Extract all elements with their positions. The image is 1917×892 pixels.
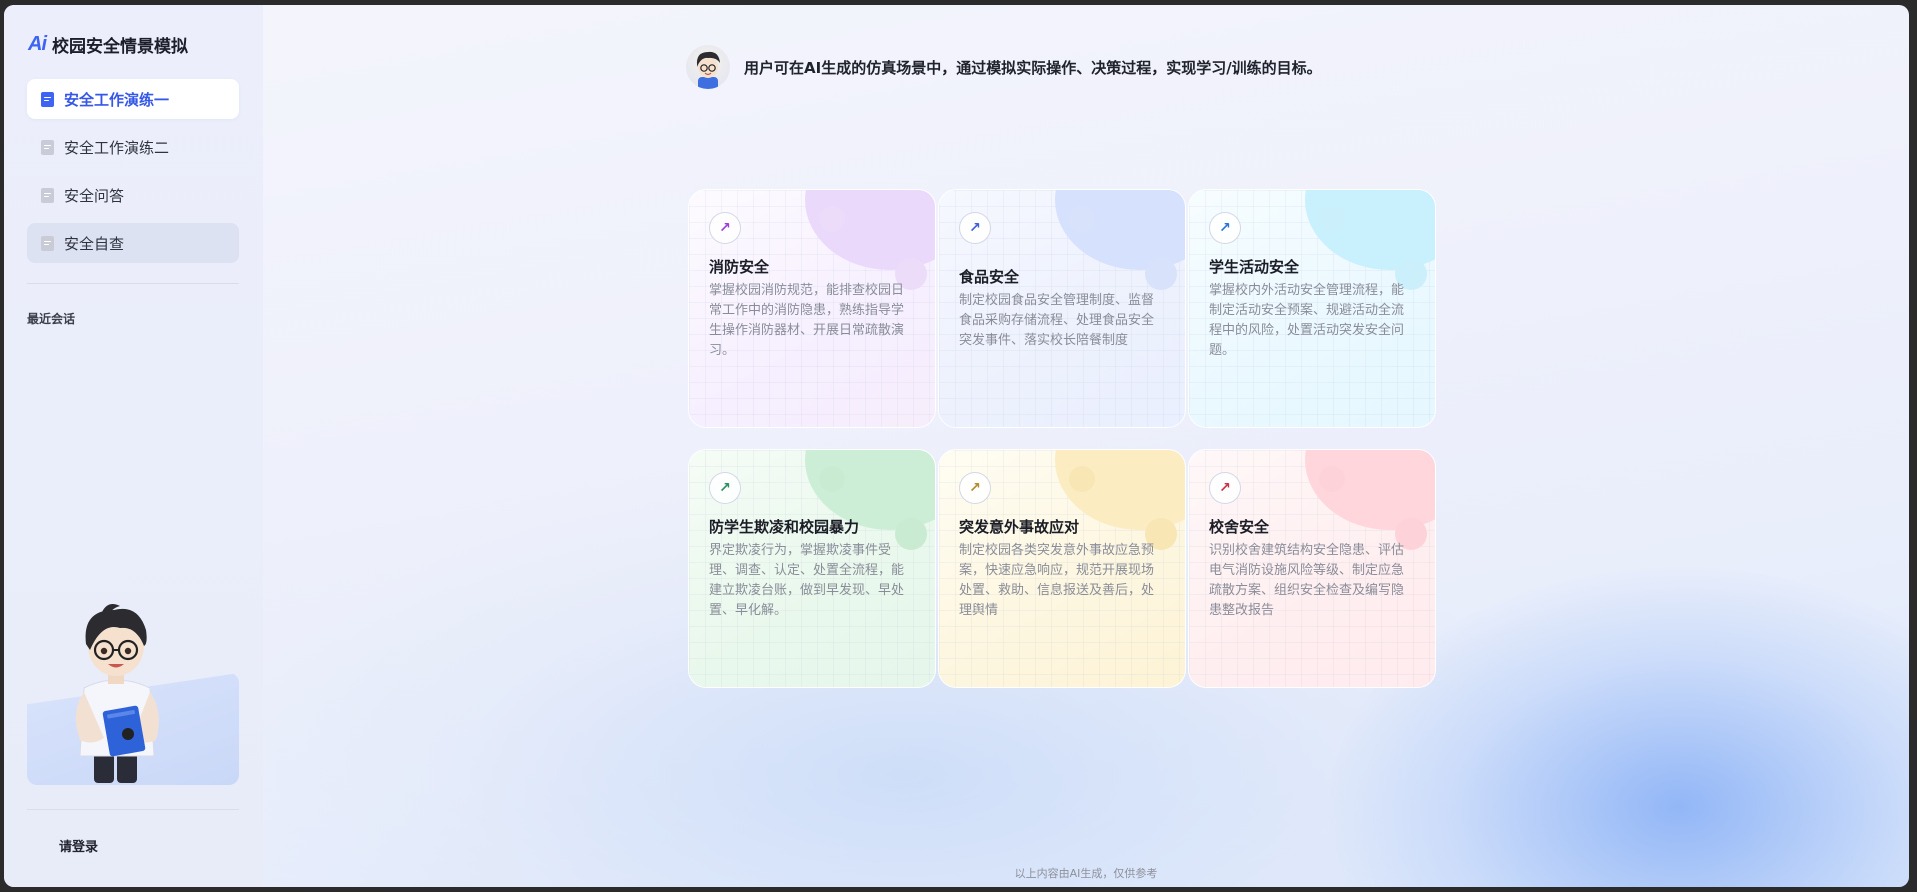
arrow-up-right-icon[interactable]: ↗: [959, 212, 991, 244]
card-decoration: [819, 466, 845, 492]
page-header: 用户可在AI生成的仿真场景中，通过模拟实际操作、决策过程，实现学习/训练的目标。: [686, 45, 1322, 89]
card-description: 掌握校内外活动安全管理流程，能制定活动安全预案、规避活动全流程中的风险，处置活动…: [1209, 283, 1405, 358]
scenario-card-food-safety[interactable]: ↗ 食品安全 制定校园食品安全管理制度、监督食品采购存储流程、处理食品安全突发事…: [938, 189, 1186, 428]
app-title: 校园安全情景模拟: [52, 37, 188, 57]
card-description: 识别校舍建筑结构安全隐患、评估电气消防设施风险等级、制定应急疏散方案、组织安全检…: [1209, 543, 1405, 618]
sidebar-item-drill-2[interactable]: 安全工作演练二: [27, 127, 239, 167]
intro-text: 用户可在AI生成的仿真场景中，通过模拟实际操作、决策过程，实现学习/训练的目标。: [744, 58, 1322, 77]
assistant-avatar: [686, 45, 730, 89]
sidebar-item-label: 安全问答: [64, 186, 125, 205]
sidebar-item-label: 安全工作演练一: [64, 90, 170, 109]
avatar-boy-icon: [696, 51, 720, 89]
card-decoration: [1319, 206, 1345, 232]
sidebar-divider: [27, 283, 239, 284]
document-icon: [41, 91, 54, 107]
ai-logo-icon: Ai: [28, 33, 47, 55]
card-title: 学生活动安全: [1209, 258, 1300, 276]
document-icon: [41, 187, 54, 203]
brand[interactable]: Ai 校园安全情景模拟: [28, 32, 188, 57]
card-title: 食品安全: [959, 268, 1020, 286]
sidebar-bottom-divider: [27, 809, 239, 810]
document-icon: [41, 139, 54, 155]
scenario-card-fire-safety[interactable]: ↗ 消防安全 掌握校园消防规范，能排查校园日常工作中的消防隐患，熟练指导学生操作…: [688, 189, 936, 428]
scenario-card-anti-bullying[interactable]: ↗ 防学生欺凌和校园暴力 界定欺凌行为，掌握欺凌事件受理、调查、认定、处置全流程…: [688, 449, 936, 688]
scenario-card-building-safety[interactable]: ↗ 校舍安全 识别校舍建筑结构安全隐患、评估电气消防设施风险等级、制定应急疏散方…: [1188, 449, 1436, 688]
card-description: 掌握校园消防规范，能排查校园日常工作中的消防隐患，熟练指导学生操作消防器材、开展…: [709, 283, 905, 358]
card-description: 界定欺凌行为，掌握欺凌事件受理、调查、认定、处置全流程，能建立欺凌台账，做到早发…: [709, 543, 905, 618]
login-link[interactable]: 请登录: [59, 836, 98, 855]
sidebar-item-self-check[interactable]: 安全自查: [27, 223, 239, 263]
arrow-up-right-icon[interactable]: ↗: [709, 212, 741, 244]
card-decoration: [819, 206, 845, 232]
document-icon: [41, 235, 54, 251]
arrow-up-right-icon[interactable]: ↗: [1209, 472, 1241, 504]
arrow-up-right-icon[interactable]: ↗: [959, 472, 991, 504]
card-decoration: [1069, 466, 1095, 492]
card-title: 突发意外事故应对: [959, 518, 1080, 536]
arrow-up-right-icon[interactable]: ↗: [1209, 212, 1241, 244]
card-title: 校舍安全: [1209, 518, 1270, 536]
card-title: 消防安全: [709, 258, 770, 276]
scenario-card-emergency-response[interactable]: ↗ 突发意外事故应对 制定校园各类突发意外事故应急预案，快速应急响应，规范开展现…: [938, 449, 1186, 688]
app-window: Ai 校园安全情景模拟 安全工作演练一 安全工作演练二 安全问答 安全自查 最近…: [4, 5, 1909, 887]
sidebar-item-qa[interactable]: 安全问答: [27, 175, 239, 215]
sidebar-item-drill-1[interactable]: 安全工作演练一: [27, 79, 239, 119]
ai-disclaimer: 以上内容由AI生成，仅供参考: [1014, 867, 1158, 880]
mascot-illustration: [75, 604, 159, 783]
card-description: 制定校园各类突发意外事故应急预案，快速应急响应，规范开展现场处置、救助、信息报送…: [959, 543, 1155, 618]
sidebar-nav: 安全工作演练一 安全工作演练二 安全问答 安全自查: [27, 79, 239, 271]
card-decoration: [1319, 466, 1345, 492]
sidebar: Ai 校园安全情景模拟 安全工作演练一 安全工作演练二 安全问答 安全自查 最近…: [4, 5, 263, 887]
card-title: 防学生欺凌和校园暴力: [709, 518, 860, 536]
sidebar-item-label: 安全自查: [64, 234, 125, 253]
sidebar-item-label: 安全工作演练二: [64, 138, 170, 157]
scenario-grid: ↗ 消防安全 掌握校园消防规范，能排查校园日常工作中的消防隐患，熟练指导学生操作…: [688, 189, 1440, 688]
arrow-up-right-icon[interactable]: ↗: [709, 472, 741, 504]
scenario-card-student-activity-safety[interactable]: ↗ 学生活动安全 掌握校内外活动安全管理流程，能制定活动安全预案、规避活动全流程…: [1188, 189, 1436, 428]
card-description: 制定校园食品安全管理制度、监督食品采购存储流程、处理食品安全突发事件、落实校长陪…: [959, 293, 1155, 348]
card-decoration: [1069, 206, 1095, 232]
recent-sessions-label: 最近会话: [27, 312, 76, 326]
